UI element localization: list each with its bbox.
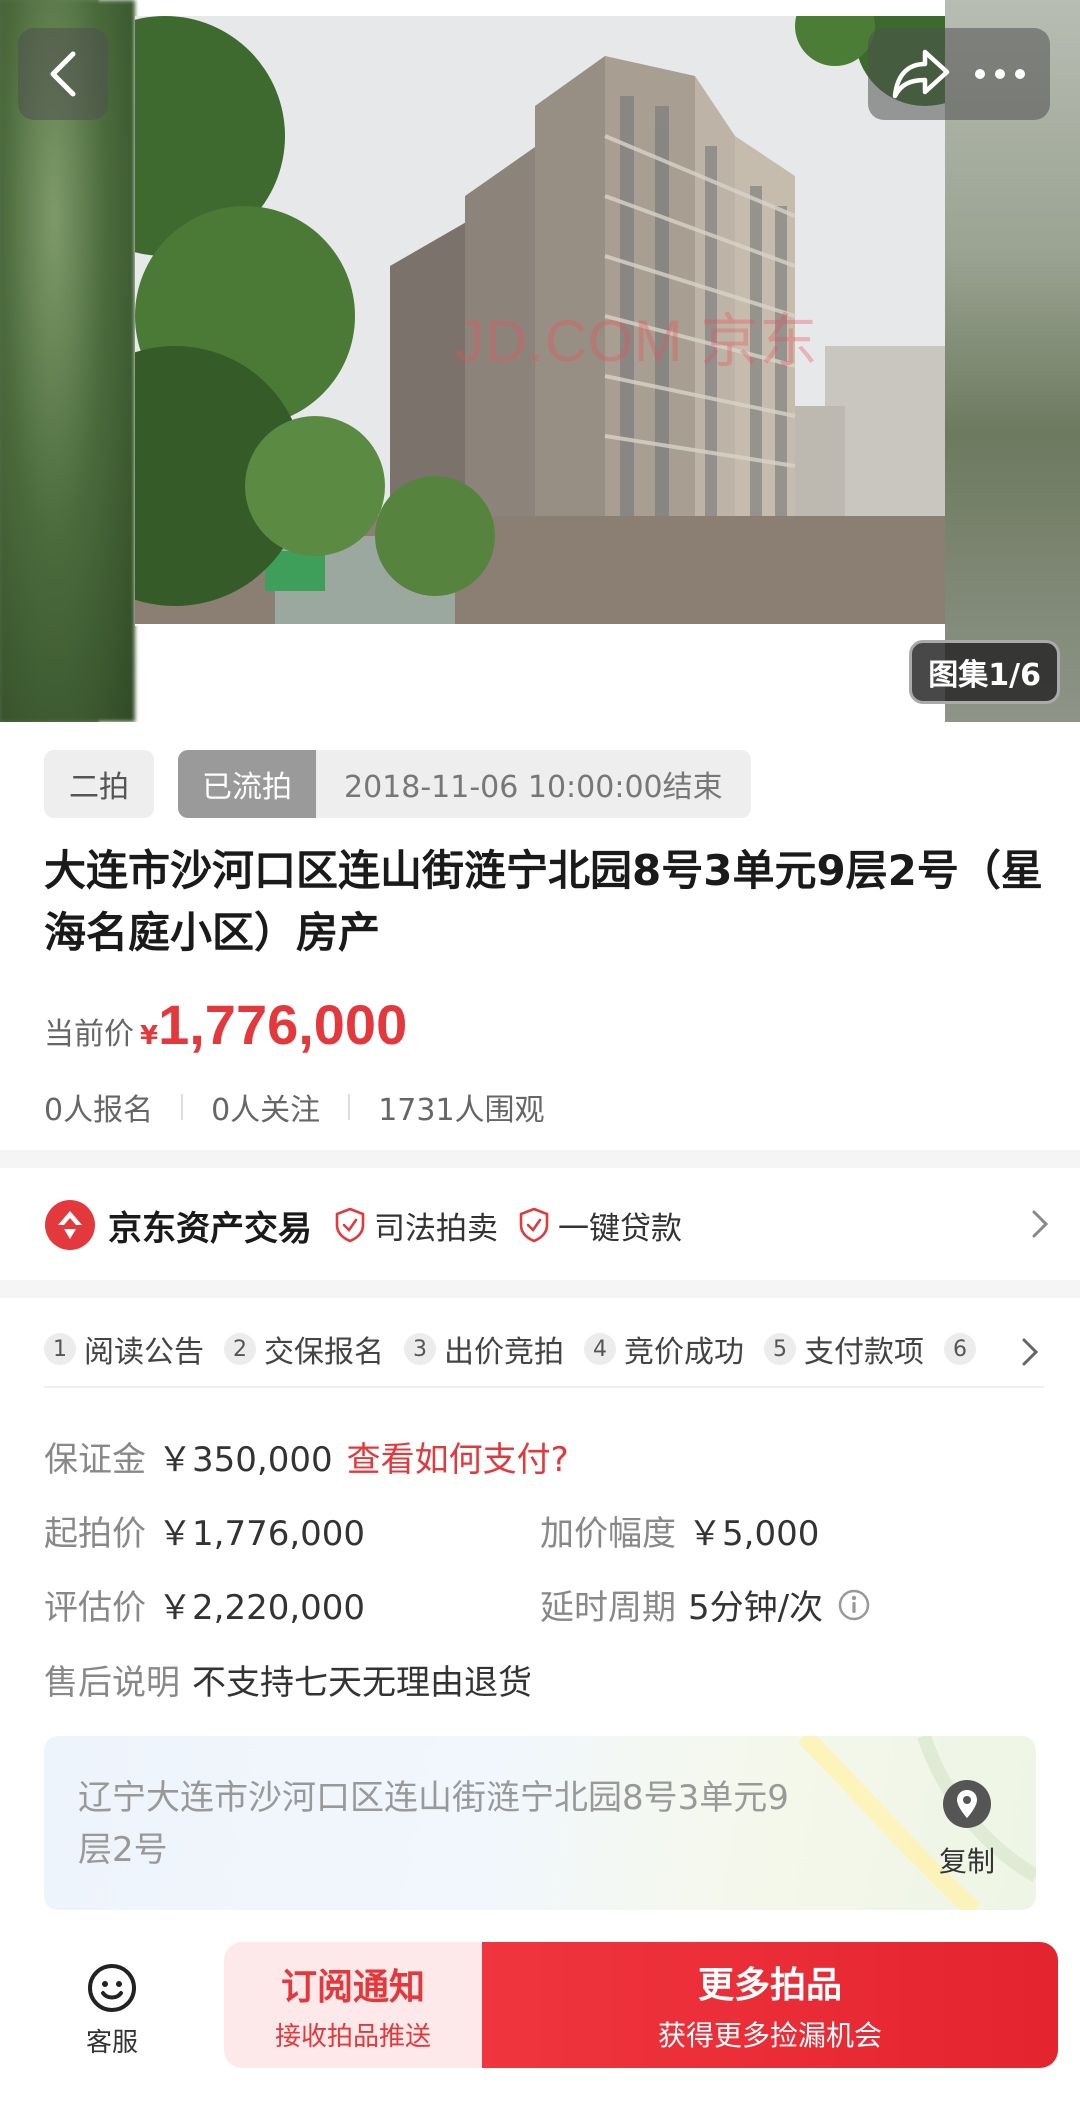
deposit-value: ￥350,000 — [158, 1440, 333, 1480]
status-badge: 已流拍 — [178, 750, 316, 818]
delay-row: 延时周期 5分钟/次 — [540, 1580, 871, 1629]
subscribe-label: 订阅通知 — [280, 1966, 425, 2008]
section-divider — [0, 1150, 1080, 1168]
step-label: 阅读公告 — [84, 1335, 204, 1370]
aftersale-row: 售后说明 不支持七天无理由退货 — [44, 1655, 532, 1704]
customer-service-button[interactable]: 客服 — [70, 1962, 154, 2059]
appraisal-value: ￥2,220,000 — [158, 1588, 366, 1628]
chevron-right-icon[interactable] — [1014, 1334, 1044, 1370]
step-bid: 3 出价竞拍 — [404, 1327, 564, 1371]
bottom-action-bar: 客服 订阅通知 接收拍品推送 更多拍品 获得更多捡漏机会 — [0, 1930, 1080, 2115]
step-deposit: 2 交保报名 — [224, 1327, 384, 1371]
more-items-sublabel: 获得更多捡漏机会 — [657, 2019, 882, 2052]
increment-label: 加价幅度 — [540, 1514, 676, 1554]
increment-row: 加价幅度 ￥5,000 — [540, 1506, 819, 1555]
deposit-label: 保证金 — [44, 1440, 146, 1480]
step-label: 出价竞拍 — [444, 1335, 564, 1370]
viewer-count: 1731人围观 — [378, 1093, 545, 1128]
chevron-right-icon — [1032, 1210, 1049, 1238]
step-number: 5 — [764, 1333, 796, 1365]
step-success: 4 竞价成功 — [584, 1327, 744, 1371]
signup-count: 0人报名 — [44, 1093, 154, 1128]
aftersale-value: 不支持七天无理由退货 — [192, 1663, 532, 1703]
auction-stats: 0人报名 0人关注 1731人围观 — [44, 1085, 545, 1129]
section-divider — [0, 1280, 1080, 1298]
auction-tags: 二拍 已流拍 2018-11-06 10:00:00结束 — [44, 750, 751, 818]
store-name: 京东资产交易 — [108, 1208, 312, 1249]
start-price-value: ￥1,776,000 — [158, 1514, 366, 1554]
copy-address-button[interactable]: 复制 — [932, 1778, 1002, 1880]
store-row[interactable]: 京东资产交易 司法拍卖 一键贷款 — [44, 1170, 1050, 1280]
step-label: 支付款项 — [804, 1335, 924, 1370]
store-tag-label: 司法拍卖 — [374, 1210, 498, 1247]
property-title: 大连市沙河口区连山街涟宁北园8号3单元9层2号（星海名庭小区）房产 — [44, 846, 1043, 957]
auction-steps[interactable]: 1 阅读公告 2 交保报名 3 出价竞拍 4 竞价成功 5 支付款项 6 — [44, 1312, 1044, 1388]
store-tag-loan: 一键贷款 — [518, 1203, 682, 1248]
subscribe-button[interactable]: 订阅通知 接收拍品推送 — [224, 1942, 482, 2068]
delay-value: 5分钟/次 — [688, 1588, 824, 1628]
address-card[interactable]: 辽宁大连市沙河口区连山街涟宁北园8号3单元9层2号 复制 — [44, 1736, 1036, 1910]
end-time: 2018-11-06 10:00:00结束 — [316, 750, 751, 818]
current-price-label: 当前价 — [44, 1017, 134, 1052]
property-photo: JD.COM 京东 — [135, 16, 945, 626]
currency-symbol: ¥ — [140, 1021, 159, 1051]
gallery-counter[interactable]: 图集1/6 — [909, 640, 1060, 704]
current-price-row: 当前价 ¥ 1,776,000 — [44, 992, 407, 1057]
step-payment: 5 支付款项 — [764, 1327, 924, 1371]
customer-service-icon — [88, 1964, 136, 2012]
start-price-row: 起拍价 ￥1,776,000 — [44, 1506, 365, 1555]
more-items-label: 更多拍品 — [697, 1965, 842, 2006]
appraisal-row: 评估价 ￥2,220,000 — [44, 1580, 365, 1629]
how-to-pay-link[interactable]: 查看如何支付? — [347, 1432, 569, 1481]
shield-check-icon — [519, 1207, 549, 1243]
share-icon[interactable] — [891, 46, 951, 102]
store-tag-judicial: 司法拍卖 — [334, 1203, 498, 1248]
jd-watermark: JD.COM 京东 — [455, 309, 819, 374]
step-label: 交保报名 — [264, 1335, 384, 1370]
store-tag-label: 一键贷款 — [558, 1210, 682, 1247]
deposit-row: 保证金 ￥350,000 查看如何支付? — [44, 1432, 569, 1481]
round-tag: 二拍 — [44, 750, 154, 818]
step-number: 4 — [584, 1333, 616, 1365]
start-price-label: 起拍价 — [44, 1514, 146, 1554]
step-number: 2 — [224, 1333, 256, 1365]
customer-service-label: 客服 — [85, 2028, 138, 2058]
step-read-notice: 1 阅读公告 — [44, 1327, 204, 1371]
follower-count: 0人关注 — [211, 1093, 321, 1128]
subscribe-sublabel: 接收拍品推送 — [274, 2021, 431, 2052]
step-next: 6 — [944, 1333, 984, 1365]
shield-check-icon — [335, 1207, 365, 1243]
hero-image-gallery[interactable]: JD.COM 京东 图集1/6 — [0, 0, 1080, 722]
more-items-button[interactable]: 更多拍品 获得更多捡漏机会 — [482, 1942, 1058, 2068]
jd-asset-logo-icon — [45, 1200, 95, 1250]
aftersale-label: 售后说明 — [44, 1663, 180, 1703]
delay-label: 延时周期 — [540, 1588, 676, 1628]
copy-label: 复制 — [938, 1845, 995, 1878]
step-number: 1 — [44, 1333, 76, 1365]
stats-divider — [348, 1094, 351, 1120]
step-number: 6 — [944, 1333, 976, 1365]
top-actions — [868, 28, 1050, 120]
stats-divider — [181, 1094, 184, 1120]
step-number: 3 — [404, 1333, 436, 1365]
increment-value: ￥5,000 — [688, 1514, 820, 1554]
back-button[interactable] — [18, 28, 108, 120]
current-price: 1,776,000 — [158, 993, 408, 1056]
appraisal-label: 评估价 — [44, 1588, 146, 1628]
info-icon[interactable] — [837, 1588, 871, 1622]
chevron-left-icon — [50, 51, 76, 97]
location-pin-icon — [943, 1780, 991, 1828]
address-text: 辽宁大连市沙河口区连山街涟宁北园8号3单元9层2号 — [78, 1778, 789, 1870]
step-label: 竞价成功 — [624, 1335, 744, 1370]
more-icon[interactable] — [972, 64, 1028, 84]
